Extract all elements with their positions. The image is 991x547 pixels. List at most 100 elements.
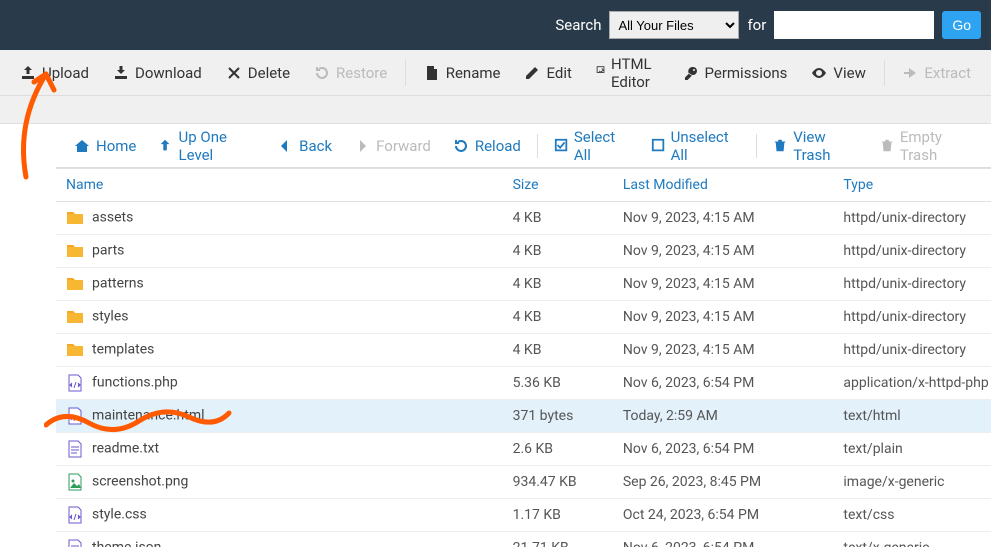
txt-file-icon (66, 440, 84, 458)
permissions-button[interactable]: Permissions (673, 58, 798, 88)
file-table-wrap[interactable]: Name Size Last Modified Type P assets4 K… (56, 168, 991, 547)
upload-icon (20, 65, 36, 81)
restore-button: Restore (304, 58, 397, 88)
breadcrumb-area (0, 96, 991, 124)
cell-modified: Nov 9, 2023, 4:15 AM (613, 301, 834, 334)
view-trash-button[interactable]: View Trash (763, 122, 868, 170)
col-type-header[interactable]: Type (833, 169, 991, 202)
cell-size: 934.47 KB (503, 466, 613, 499)
home-button[interactable]: Home (64, 131, 146, 161)
forward-arrow-icon (354, 138, 370, 154)
delete-icon (226, 65, 242, 81)
rename-button[interactable]: Rename (414, 58, 511, 88)
table-row[interactable]: screenshot.png934.47 KBSep 26, 2023, 8:4… (56, 466, 991, 499)
cell-type: text/plain (833, 433, 991, 466)
cell-name[interactable]: assets (56, 202, 503, 235)
pencil-icon (524, 65, 540, 81)
html-file-icon (66, 407, 84, 425)
folder-file-icon (66, 275, 84, 293)
extract-icon (902, 65, 918, 81)
cell-size: 371 bytes (503, 400, 613, 433)
search-go-button[interactable]: Go (942, 11, 981, 39)
search-scope-select[interactable]: All Your Files (609, 11, 739, 39)
cell-name[interactable]: screenshot.png (56, 466, 503, 499)
home-icon (74, 138, 90, 154)
eye-icon (811, 65, 827, 81)
table-row[interactable]: theme.json21.71 KBNov 6, 2023, 6:54 PMte… (56, 532, 991, 547)
cell-size: 4 KB (503, 235, 613, 268)
search-for-label: for (747, 16, 766, 34)
main-toolbar: Upload Download Delete Restore Rename Ed… (0, 50, 991, 96)
cell-name[interactable]: patterns (56, 268, 503, 301)
restore-icon (314, 65, 330, 81)
up-arrow-icon (158, 138, 172, 154)
cell-modified: Nov 9, 2023, 4:15 AM (613, 268, 834, 301)
back-arrow-icon (277, 138, 293, 154)
cell-type: application/x-httpd-php (833, 367, 991, 400)
cell-modified: Oct 24, 2023, 6:54 PM (613, 499, 834, 532)
cell-name[interactable]: readme.txt (56, 433, 503, 466)
cell-size: 4 KB (503, 202, 613, 235)
cell-name[interactable]: style.css (56, 499, 503, 532)
html-editor-button[interactable]: HTML Editor (586, 49, 669, 97)
cell-type: text/x-generic (833, 532, 991, 547)
col-name-header[interactable]: Name (56, 169, 503, 202)
check-square-icon (554, 138, 568, 154)
css-file-icon (66, 506, 84, 524)
upload-button[interactable]: Upload (10, 58, 99, 88)
select-all-button[interactable]: Select All (544, 122, 639, 170)
cell-name[interactable]: styles (56, 301, 503, 334)
cell-name[interactable]: templates (56, 334, 503, 367)
table-header-row: Name Size Last Modified Type P (56, 169, 991, 202)
cell-type: httpd/unix-directory (833, 301, 991, 334)
separator (756, 134, 757, 158)
cell-type: httpd/unix-directory (833, 235, 991, 268)
cell-modified: Nov 9, 2023, 4:15 AM (613, 235, 834, 268)
up-one-level-button[interactable]: Up One Level (148, 122, 265, 170)
table-row[interactable]: patterns4 KBNov 9, 2023, 4:15 AMhttpd/un… (56, 268, 991, 301)
table-row[interactable]: assets4 KBNov 9, 2023, 4:15 AMhttpd/unix… (56, 202, 991, 235)
file-table: Name Size Last Modified Type P assets4 K… (56, 169, 991, 547)
empty-square-icon (651, 138, 665, 154)
cell-size: 4 KB (503, 301, 613, 334)
unselect-all-button[interactable]: Unselect All (641, 122, 751, 170)
cell-type: httpd/unix-directory (833, 202, 991, 235)
cell-name[interactable]: theme.json (56, 532, 503, 547)
table-row[interactable]: templates4 KBNov 9, 2023, 4:15 AMhttpd/u… (56, 334, 991, 367)
delete-button[interactable]: Delete (216, 58, 300, 88)
search-input[interactable] (774, 11, 934, 39)
view-button[interactable]: View (801, 58, 875, 88)
cell-name[interactable]: parts (56, 235, 503, 268)
cell-type: httpd/unix-directory (833, 268, 991, 301)
table-row[interactable]: readme.txt2.6 KBNov 6, 2023, 6:54 PMtext… (56, 433, 991, 466)
table-row[interactable]: style.css1.17 KBOct 24, 2023, 6:54 PMtex… (56, 499, 991, 532)
download-button[interactable]: Download (103, 58, 212, 88)
col-modified-header[interactable]: Last Modified (613, 169, 834, 202)
json-file-icon (66, 539, 84, 547)
col-size-header[interactable]: Size (503, 169, 613, 202)
table-row[interactable]: maintenance.html371 bytesToday, 2:59 AMt… (56, 400, 991, 433)
img-file-icon (66, 473, 84, 491)
cell-modified: Nov 9, 2023, 4:15 AM (613, 202, 834, 235)
reload-button[interactable]: Reload (443, 131, 531, 161)
nav-toolbar: Home Up One Level Back Forward Reload Se… (56, 124, 991, 168)
cell-modified: Nov 9, 2023, 4:15 AM (613, 334, 834, 367)
cell-size: 1.17 KB (503, 499, 613, 532)
search-label: Search (555, 16, 601, 34)
cell-size: 4 KB (503, 334, 613, 367)
folder-file-icon (66, 308, 84, 326)
table-row[interactable]: functions.php5.36 KBNov 6, 2023, 6:54 PM… (56, 367, 991, 400)
cell-name[interactable]: functions.php (56, 367, 503, 400)
table-row[interactable]: parts4 KBNov 9, 2023, 4:15 AMhttpd/unix-… (56, 235, 991, 268)
trash-icon (880, 138, 894, 154)
html-editor-icon (596, 65, 605, 81)
trash-icon (773, 138, 787, 154)
cell-size: 4 KB (503, 268, 613, 301)
cell-size: 2.6 KB (503, 433, 613, 466)
cell-name[interactable]: maintenance.html (56, 400, 503, 433)
cell-modified: Nov 6, 2023, 6:54 PM (613, 433, 834, 466)
edit-button[interactable]: Edit (514, 58, 581, 88)
table-row[interactable]: styles4 KBNov 9, 2023, 4:15 AMhttpd/unix… (56, 301, 991, 334)
back-button[interactable]: Back (267, 131, 342, 161)
download-icon (113, 65, 129, 81)
